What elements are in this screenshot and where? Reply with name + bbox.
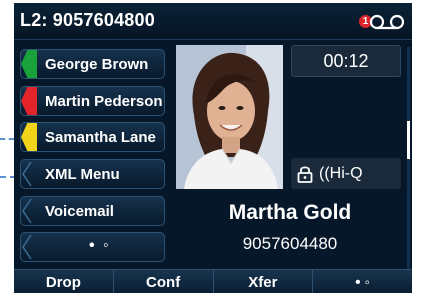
- more-softkeys-button[interactable]: • ◦: [312, 270, 412, 293]
- lock-icon: [297, 165, 313, 183]
- line-key-xml-menu[interactable]: XML Menu: [20, 159, 165, 189]
- line-key-label: Voicemail: [45, 203, 114, 220]
- voicemail-tape-icon: [369, 14, 405, 30]
- line-key-samantha-lane[interactable]: Samantha Lane: [20, 122, 165, 152]
- line-key-voicemail[interactable]: Voicemail: [20, 196, 165, 226]
- chevron-left-icon: [22, 161, 32, 187]
- chevron-left-icon: [22, 198, 32, 224]
- line-label: L2: 9057604800: [20, 10, 155, 30]
- line-key-george-brown[interactable]: George Brown: [20, 49, 165, 79]
- caller-photo: [176, 45, 283, 189]
- line-key-more-button[interactable]: • ◦: [20, 232, 165, 262]
- scrollbar-thumb[interactable]: [407, 121, 410, 159]
- line-key-martin-pederson[interactable]: Martin Pederson: [20, 86, 165, 116]
- line-key-label: XML Menu: [45, 166, 120, 183]
- presence-indicator-red: [21, 87, 37, 115]
- chevron-left-icon: [22, 234, 32, 260]
- status-icons: 1: [359, 9, 406, 33]
- page-indicator-dots: • ◦: [89, 237, 111, 254]
- call-security-indicator: ((Hi-Q: [291, 158, 401, 189]
- callout-leader-line: [0, 138, 14, 140]
- transfer-softkey[interactable]: Xfer: [212, 270, 313, 293]
- line-key-label: George Brown: [45, 56, 149, 73]
- caller-name: Martha Gold: [228, 201, 352, 224]
- drop-softkey[interactable]: Drop: [14, 270, 113, 293]
- presence-indicator-green: [21, 50, 37, 78]
- line-key-label: Martin Pederson: [45, 93, 163, 110]
- status-bar: L2: 9057604800 1: [14, 3, 412, 40]
- hd-voice-label: ((Hi-Q: [319, 164, 363, 182]
- softkey-bar: Drop Conf Xfer • ◦: [14, 269, 412, 293]
- conference-softkey[interactable]: Conf: [112, 270, 213, 293]
- scrollbar-track[interactable]: [407, 47, 410, 272]
- line-key-label: Samantha Lane: [45, 129, 156, 146]
- call-timer: 00:12: [291, 45, 401, 77]
- caller-portrait-image: [176, 45, 283, 189]
- caller-number: 9057604480: [242, 234, 338, 253]
- phone-screen: L2: 9057604800 1 George Brown Martin Ped…: [14, 3, 412, 293]
- presence-indicator-yellow: [21, 123, 37, 151]
